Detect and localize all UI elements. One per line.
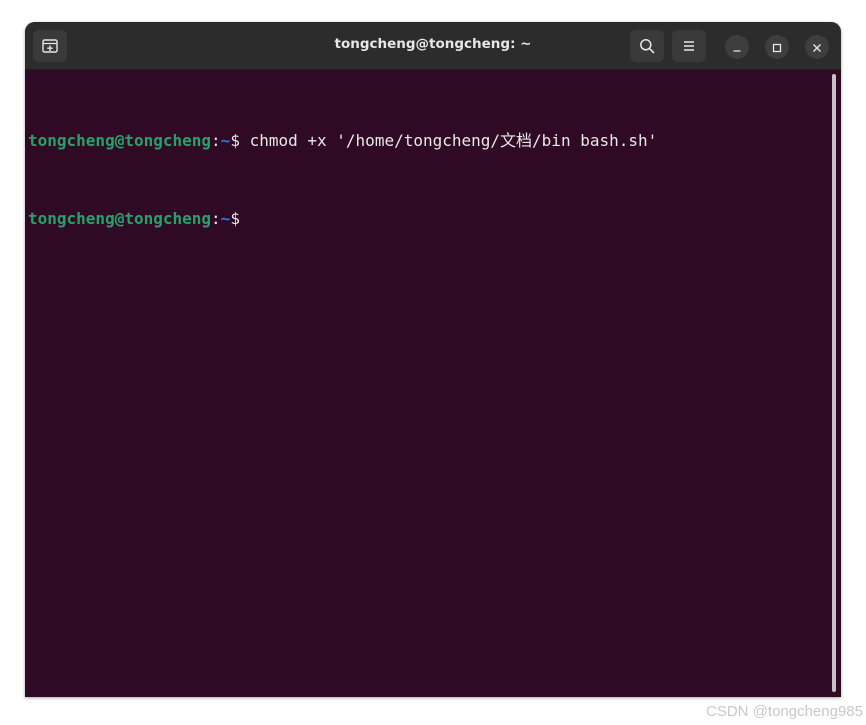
maximize-button[interactable] [765,35,789,59]
prompt-symbol: $ [230,131,240,150]
watermark: CSDN @tongcheng985 [706,703,863,720]
terminal-line: tongcheng@tongcheng:~$ chmod +x '/home/t… [28,128,829,154]
prompt-user-host: tongcheng@tongcheng [28,131,212,150]
close-button[interactable] [805,35,829,59]
minimize-button[interactable] [725,35,749,59]
search-icon [639,38,655,54]
close-icon [812,38,822,57]
prompt-path: ~ [220,131,231,150]
hamburger-menu-icon [682,40,696,52]
prompt-path: ~ [220,209,231,228]
new-tab-icon [42,39,58,53]
titlebar[interactable]: tongcheng@tongcheng: ~ [25,22,841,70]
new-tab-button[interactable] [33,30,67,62]
minimize-icon [732,38,742,57]
vertical-scrollbar[interactable] [832,74,836,692]
window-title: tongcheng@tongcheng: ~ [334,36,532,52]
prompt-colon: : [211,131,221,150]
maximize-icon [772,38,782,57]
prompt-user-host: tongcheng@tongcheng [28,209,212,228]
terminal-line: tongcheng@tongcheng:~$ [28,206,829,232]
menu-button[interactable] [672,30,706,62]
prompt-colon: : [211,209,221,228]
search-button[interactable] [630,30,664,62]
terminal-window: tongcheng@tongcheng: ~ tongcheng@tongche… [25,22,841,697]
terminal-output[interactable]: tongcheng@tongcheng:~$ chmod +x '/home/t… [25,70,829,697]
prompt-symbol: $ [230,209,240,228]
command-text: chmod +x '/home/tongcheng/文档/bin bash.sh… [239,131,658,150]
